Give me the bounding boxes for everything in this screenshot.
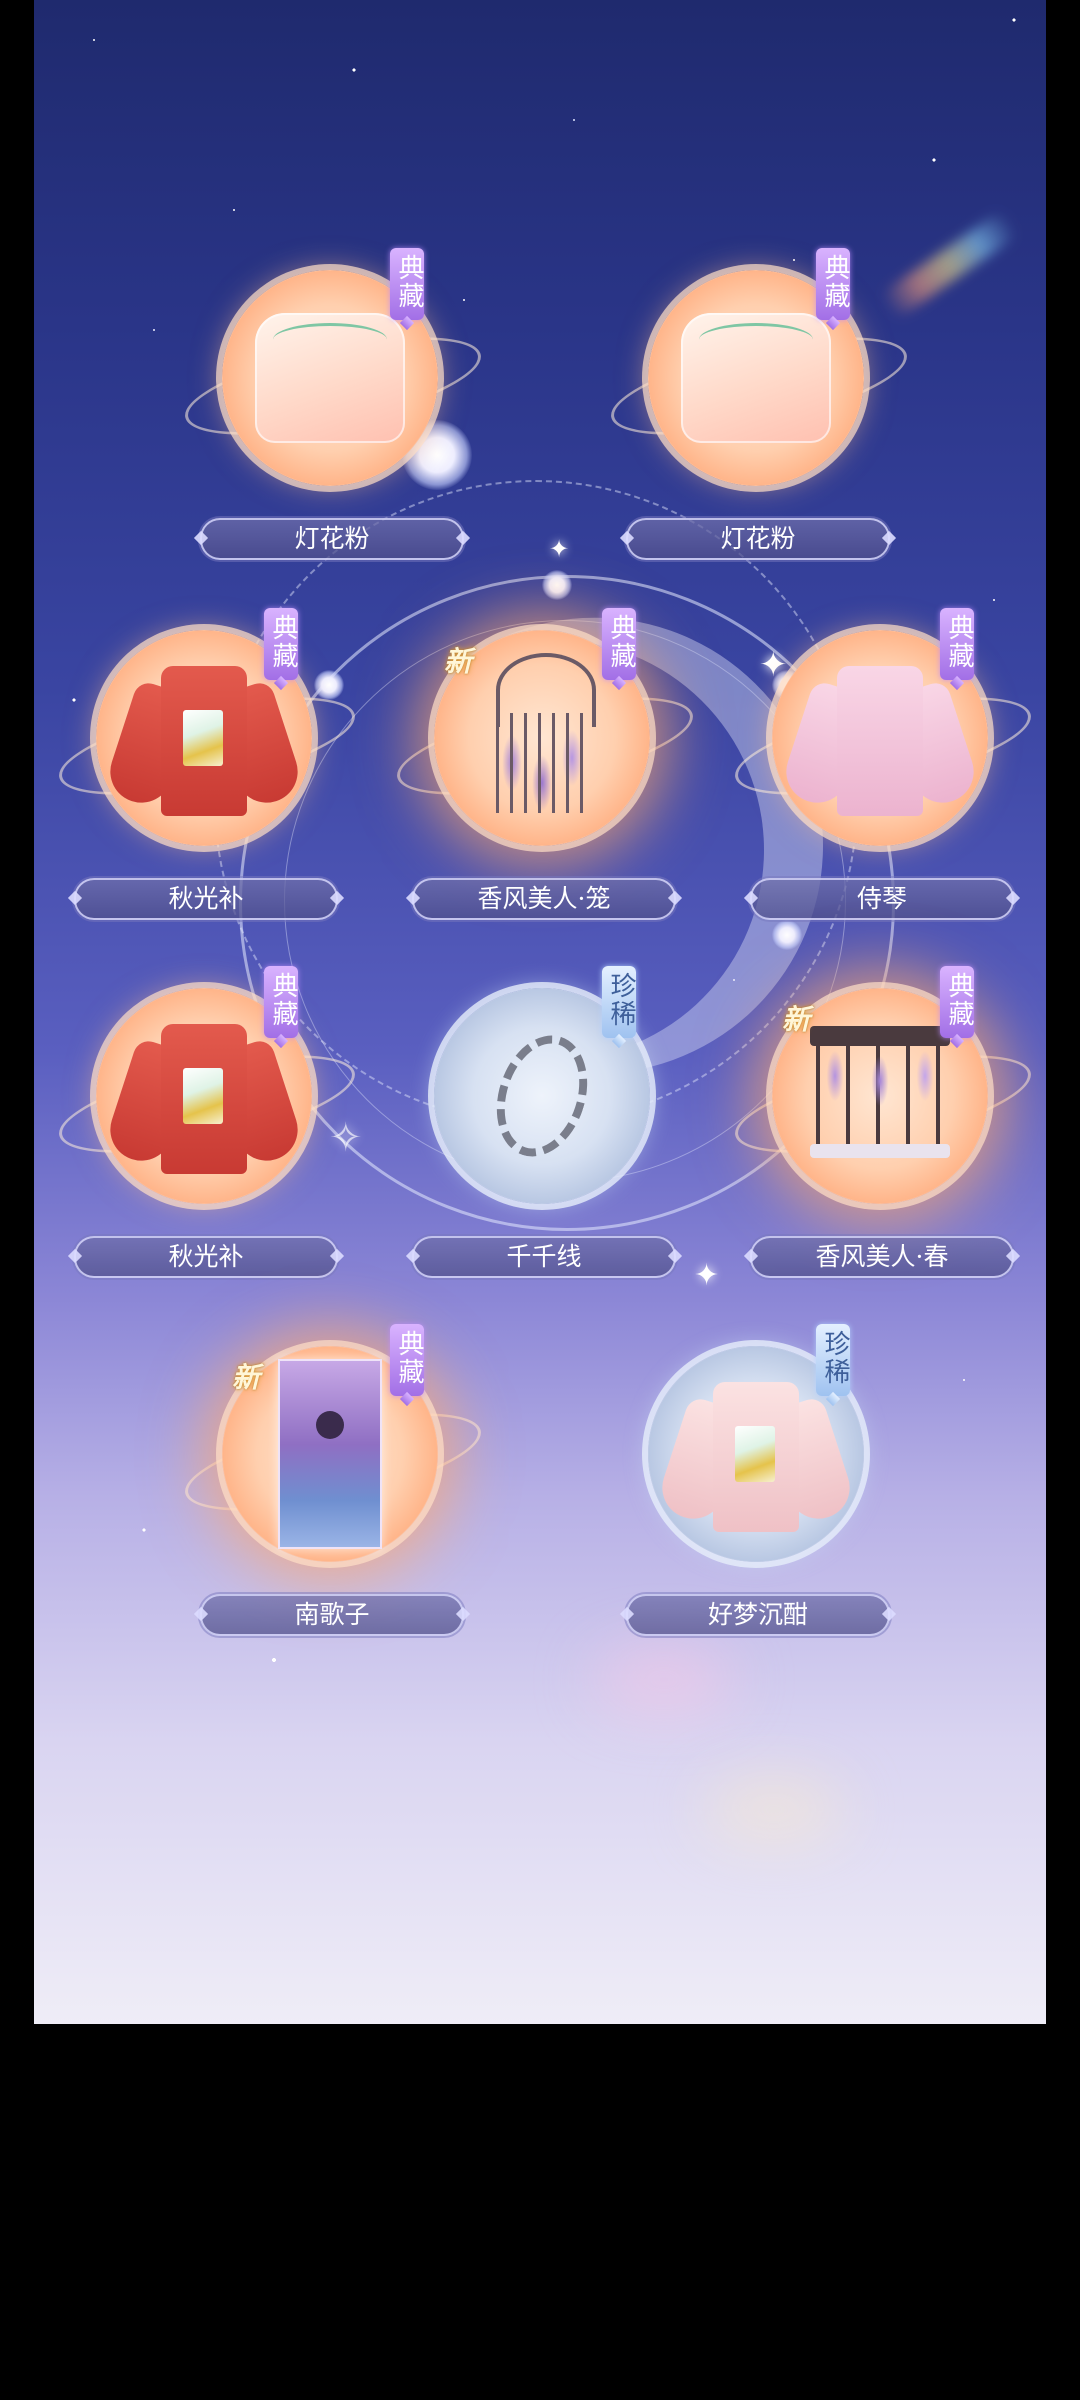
item-name-label: 秋光补 xyxy=(74,878,338,920)
small-orb xyxy=(542,570,572,600)
rarity-tag: 珍稀 xyxy=(816,1324,850,1396)
robe-image xyxy=(102,658,306,818)
garment-image xyxy=(681,313,831,443)
rarity-tag: 典藏 xyxy=(602,608,636,680)
item-name-label: 千千线 xyxy=(412,1236,676,1278)
collection-item-qiuguangbu-2[interactable]: 典藏 秋光补 xyxy=(34,966,374,1308)
item-name-label: 侍琴 xyxy=(750,878,1014,920)
new-badge: 新 xyxy=(782,1003,811,1036)
portrait-card-image xyxy=(278,1359,382,1549)
lens-flare xyxy=(704,1780,844,1840)
collection-item-denghuafen-2[interactable]: 典藏 灯花粉 xyxy=(586,248,926,590)
rarity-tag: 典藏 xyxy=(816,248,850,320)
robe-image xyxy=(778,658,982,818)
item-name-label: 南歌子 xyxy=(200,1594,464,1636)
item-name-label: 秋光补 xyxy=(74,1236,338,1278)
garment-image xyxy=(255,313,405,443)
rarity-tag: 典藏 xyxy=(940,608,974,680)
sparkle-icon: ✦ xyxy=(549,535,570,563)
item-name-label: 香风美人·春 xyxy=(750,1236,1014,1278)
item-name-label: 香风美人·笼 xyxy=(412,878,676,920)
bracelet-image xyxy=(481,1023,603,1169)
collection-item-qiuguangbu-1[interactable]: 典藏 秋光补 xyxy=(34,608,374,950)
collection-item-nangezi[interactable]: 新 典藏 南歌子 xyxy=(160,1324,500,1666)
new-badge: 新 xyxy=(232,1361,261,1394)
birdcage-image xyxy=(482,653,602,823)
collection-item-haomengchenhan[interactable]: 珍稀 好梦沉酣 xyxy=(586,1324,926,1666)
item-name-label: 好梦沉酣 xyxy=(626,1594,890,1636)
star-map-scene: ✦ ✦ ✦ ✧ 典藏 灯花粉 典藏 灯花粉 典藏 秋光补 新 典藏 香风美人·笼… xyxy=(34,0,1046,2024)
robe-image xyxy=(654,1374,858,1534)
screen: ✦ ✦ ✦ ✧ 典藏 灯花粉 典藏 灯花粉 典藏 秋光补 新 典藏 香风美人·笼… xyxy=(0,0,1080,2400)
collection-item-xiangfengmeiren-long[interactable]: 新 典藏 香风美人·笼 xyxy=(372,608,712,950)
collection-item-denghuafen-1[interactable]: 典藏 灯花粉 xyxy=(160,248,500,590)
collection-item-shiqin[interactable]: 典藏 侍琴 xyxy=(710,608,1046,950)
rarity-tag: 珍稀 xyxy=(602,966,636,1038)
item-name-label: 灯花粉 xyxy=(200,518,464,560)
collection-item-qianqianxian[interactable]: 珍稀 千千线 xyxy=(372,966,712,1308)
rarity-tag: 典藏 xyxy=(390,1324,424,1396)
rarity-tag: 典藏 xyxy=(264,608,298,680)
rarity-tag: 典藏 xyxy=(940,966,974,1038)
new-badge: 新 xyxy=(444,645,473,678)
rarity-tag: 典藏 xyxy=(390,248,424,320)
rarity-tag: 典藏 xyxy=(264,966,298,1038)
collection-item-xiangfengmeiren-chun[interactable]: 新 典藏 香风美人·春 xyxy=(710,966,1046,1308)
item-name-label: 灯花粉 xyxy=(626,518,890,560)
robe-image xyxy=(102,1016,306,1176)
pavilion-image xyxy=(810,1026,950,1166)
